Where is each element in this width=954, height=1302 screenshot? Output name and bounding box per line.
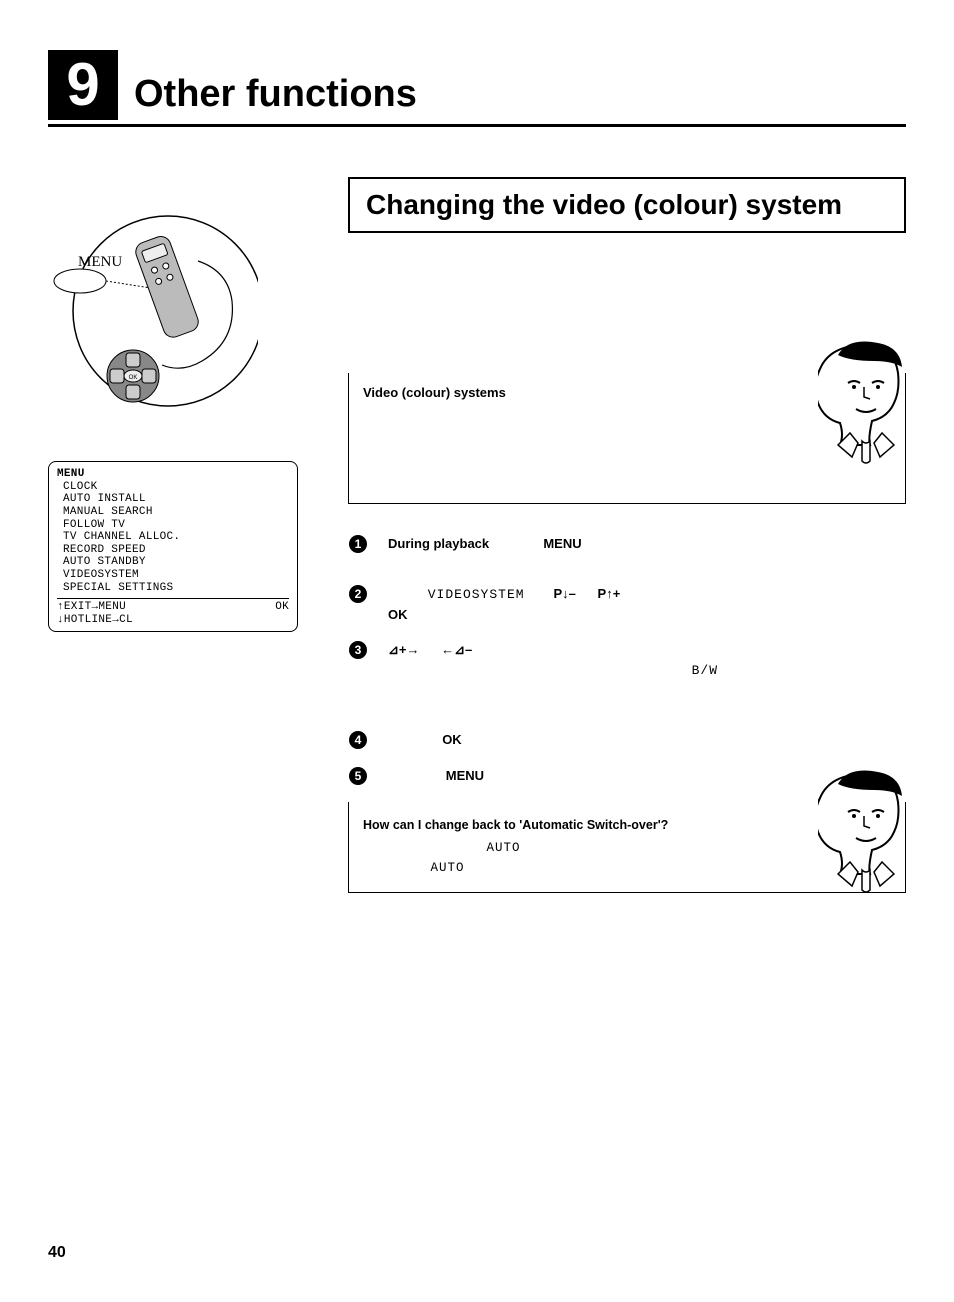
step1-menu: MENU	[543, 536, 581, 551]
chapter-header: 9 Other functions	[48, 50, 906, 127]
left-column: MENU	[48, 177, 318, 632]
chapter-number-box: 9	[48, 50, 118, 120]
right-column: Changing the video (colour) system Video…	[318, 177, 906, 893]
info-label: Video (colour) systems	[363, 385, 785, 400]
step4-ok: OK	[442, 732, 462, 747]
osd-item: MANUAL SEARCH	[57, 506, 289, 519]
step-body: OK	[374, 730, 906, 750]
faq-auto1: AUTO	[486, 841, 520, 855]
svg-text:2: 2	[355, 587, 362, 601]
step5-menu: MENU	[446, 768, 484, 783]
osd-item: SPECIAL SETTINGS	[57, 582, 289, 595]
section-title-box: Changing the video (colour) system	[348, 177, 906, 233]
step2-ok: OK	[388, 607, 408, 622]
step2-pup: P↑+	[598, 586, 621, 601]
step-1: 1 During playback MENU	[348, 534, 906, 554]
step-body: VIDEOSYSTEM P↓– P↑+ OK	[374, 584, 906, 624]
osd-item: RECORD SPEED	[57, 544, 289, 557]
step-body: ⊿+→ ←⊿– B/W	[374, 640, 906, 700]
faq-auto2: AUTO	[430, 861, 464, 875]
menu-callout-text: MENU	[78, 254, 122, 270]
step-bullet-icon: 4	[348, 730, 374, 750]
remote-icon: MENU	[48, 191, 258, 421]
step3-right: ⊿+→	[388, 642, 419, 657]
faq-line1: AUTO	[363, 838, 785, 858]
remote-illustration: MENU	[48, 191, 258, 401]
osd-title: MENU	[57, 468, 289, 481]
svg-text:3: 3	[355, 643, 362, 657]
osd-foot-left: ↑EXIT→MENU	[57, 601, 126, 614]
step2-videosystem: VIDEOSYSTEM	[428, 587, 525, 602]
step-3: 3 ⊿+→ ←⊿– B/W	[348, 640, 906, 700]
svg-text:OK: OK	[129, 375, 138, 381]
osd-foot-left2: ↓HOTLINE→CL	[57, 614, 289, 627]
steps: 1 During playback MENU 2	[348, 534, 906, 786]
osd-item: AUTO STANDBY	[57, 556, 289, 569]
step-bullet-icon: 2	[348, 584, 374, 604]
info-box: Video (colour) systems	[348, 373, 906, 504]
step-body: During playback MENU	[374, 534, 906, 554]
step-bullet-icon: 5	[348, 766, 374, 786]
step3-left: ←⊿–	[441, 642, 472, 657]
section-title: Changing the video (colour) system	[366, 189, 888, 221]
osd-foot-right: OK	[275, 601, 289, 614]
osd-item: VIDEOSYSTEM	[57, 569, 289, 582]
body: MENU	[48, 177, 906, 893]
step-bullet-icon: 1	[348, 534, 374, 554]
step3-bw: B/W	[692, 663, 718, 678]
osd-footer-row: ↑EXIT→MENU OK	[57, 601, 289, 614]
osd-item: CLOCK	[57, 481, 289, 494]
face-icon	[818, 766, 914, 894]
faq-box: How can I change back to 'Automatic Swit…	[348, 802, 906, 893]
step-bullet-icon: 3	[348, 640, 374, 660]
faq-question: How can I change back to 'Automatic Swit…	[363, 816, 785, 835]
chapter-number: 9	[66, 51, 99, 118]
step1-during: During playback	[388, 536, 489, 551]
osd-menu: MENU CLOCK AUTO INSTALL MANUAL SEARCH FO…	[48, 461, 298, 632]
svg-text:5: 5	[355, 769, 362, 783]
face-icon	[818, 337, 914, 465]
step-4: 4 OK	[348, 730, 906, 750]
osd-item: TV CHANNEL ALLOC.	[57, 531, 289, 544]
step-2: 2 VIDEOSYSTEM P↓– P↑+ OK	[348, 584, 906, 624]
osd-item: AUTO INSTALL	[57, 493, 289, 506]
svg-text:4: 4	[355, 733, 362, 747]
faq-line2: AUTO	[363, 858, 785, 878]
page: 9 Other functions MENU	[0, 0, 954, 1302]
page-number: 40	[48, 1244, 66, 1262]
chapter-title: Other functions	[134, 73, 417, 120]
step2-pdown: P↓–	[553, 586, 575, 601]
svg-text:1: 1	[355, 537, 362, 551]
osd-item: FOLLOW TV	[57, 519, 289, 532]
